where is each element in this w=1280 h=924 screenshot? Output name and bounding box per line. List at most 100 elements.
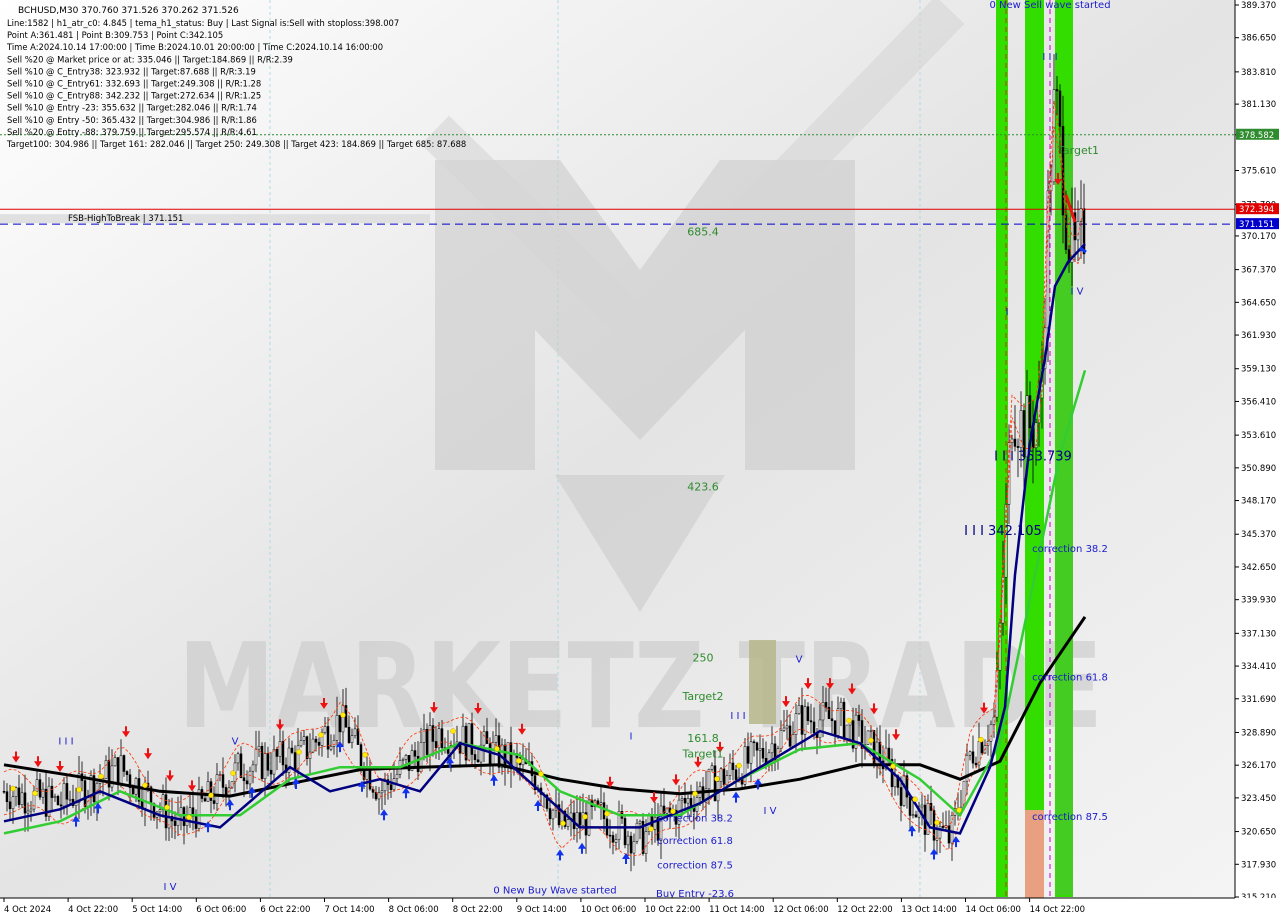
candle-body <box>389 784 393 790</box>
signal-dot <box>978 736 984 743</box>
candle-body <box>1025 395 1029 458</box>
candle-body <box>719 768 723 782</box>
level-label: 685.4 <box>687 226 719 239</box>
candle-body <box>968 751 972 756</box>
price-chart[interactable]: MARKETZ TRADE FSB-HighToBreak | 371.151 … <box>0 0 1280 920</box>
candle-body <box>731 762 735 771</box>
candle-body <box>578 812 582 826</box>
y-tick-label: 383.810 <box>1241 68 1276 78</box>
candle-body <box>179 807 183 815</box>
candle-body <box>779 729 783 749</box>
wave-label: V <box>796 655 803 666</box>
candle-body <box>857 714 861 721</box>
signal-dot <box>340 712 346 718</box>
candle-body <box>482 731 486 746</box>
y-tick-label: 323.450 <box>1241 794 1276 804</box>
wave-label: 0 New Buy Wave started <box>493 886 616 897</box>
candle-body <box>305 736 309 759</box>
price-axis: 389.370 386.650 383.810 381.130 378.582 375.6… <box>1234 0 1280 920</box>
price-tag-label: 372.394 <box>1239 205 1274 215</box>
signal-dot <box>164 804 170 811</box>
candle-body <box>821 702 825 721</box>
fsb-label-bg <box>0 214 430 224</box>
candle-body <box>1058 90 1062 127</box>
candle-body <box>710 765 714 770</box>
level-label: 250 <box>693 651 714 664</box>
wave-label: I I I 342.105 <box>964 524 1042 539</box>
candle-body <box>380 790 384 794</box>
signal-dot <box>582 813 588 820</box>
candle-body <box>53 796 57 798</box>
info-line: Sell %10 @ Entry -23: 355.632 || Target:… <box>7 103 257 113</box>
candle-body <box>1034 422 1038 449</box>
candle-body <box>653 816 657 830</box>
candle-body <box>644 831 648 854</box>
candle-body <box>947 825 951 844</box>
candle-body <box>908 796 912 816</box>
candle-body <box>830 718 834 721</box>
candle-body <box>734 769 738 781</box>
candle-body <box>899 787 903 806</box>
candle-body <box>632 841 636 854</box>
candle-body <box>23 792 27 814</box>
candle-body <box>29 808 33 812</box>
candle-body <box>755 742 759 751</box>
y-tick-label: 375.610 <box>1241 167 1276 177</box>
signal-dot <box>714 776 720 782</box>
watermark-text: MARKETZ TRADE <box>178 617 1103 755</box>
candle-body <box>293 752 297 771</box>
candle-body <box>608 834 612 837</box>
candle-body <box>866 730 870 745</box>
signal-dot <box>736 762 742 769</box>
y-tick-label: 345.370 <box>1241 530 1276 540</box>
candle-body <box>323 726 327 733</box>
candle-body <box>434 741 438 749</box>
candle-body <box>281 741 285 766</box>
candle-body <box>302 736 306 741</box>
candle-body <box>116 757 120 785</box>
candle-body <box>50 785 54 798</box>
x-tick-label: 4 Oct 2024 <box>4 905 51 915</box>
x-tick-label: 8 Oct 06:00 <box>389 905 439 915</box>
candle-body <box>359 744 363 768</box>
chart-area[interactable]: MARKETZ TRADE FSB-HighToBreak | 371.151 … <box>0 0 1280 920</box>
candle-body <box>743 746 747 785</box>
candle-body <box>113 757 117 767</box>
x-tick-label: 14 Oct 22:00 <box>1030 905 1085 915</box>
candle-body <box>347 726 351 743</box>
candle-body <box>611 835 615 843</box>
candle-body <box>476 759 480 763</box>
candle-body <box>11 796 15 810</box>
candle-body <box>404 755 408 760</box>
candle-body <box>251 764 255 772</box>
wave-label: correction 87.5 <box>657 860 733 871</box>
candle-body <box>401 759 405 761</box>
candle-body <box>893 775 897 788</box>
candle-body <box>425 728 429 755</box>
signal-dot <box>10 785 16 792</box>
candle-body <box>278 741 282 757</box>
candle-body <box>971 751 975 764</box>
info-line: Point A:361.481 | Point B:309.753 | Poin… <box>7 30 223 40</box>
info-line: Sell %10 @ C_Entry61: 332.693 || Target:… <box>7 79 261 89</box>
candle-body <box>2 791 6 793</box>
symbol-line: BCHUSD,M30 370.760 371.526 370.262 371.5… <box>18 6 239 16</box>
candle-body <box>83 780 87 807</box>
candle-body <box>746 746 750 764</box>
candle-body <box>26 810 30 814</box>
x-tick-label: 13 Oct 14:00 <box>901 905 956 915</box>
candle-body <box>587 799 591 836</box>
level-label: Target1 <box>1057 144 1099 157</box>
candle-body <box>221 774 225 788</box>
candle-body <box>467 723 471 761</box>
x-tick-label: 12 Oct 22:00 <box>837 905 892 915</box>
candle-body <box>1016 446 1020 448</box>
candle-body <box>839 701 843 709</box>
signal-dot <box>692 790 698 797</box>
y-tick-label: 356.410 <box>1241 397 1276 407</box>
candle-body <box>809 720 813 723</box>
candle-body <box>824 702 828 708</box>
candle-body <box>842 701 846 740</box>
level-label: 423.6 <box>687 481 719 494</box>
x-tick-label: 5 Oct 14:00 <box>132 905 182 915</box>
